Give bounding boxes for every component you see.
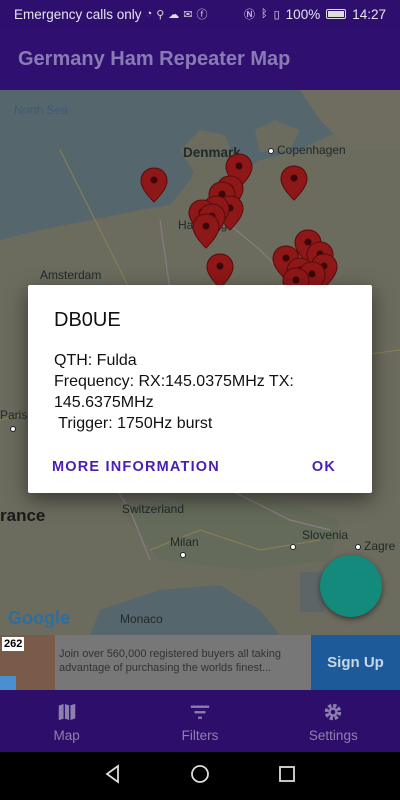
map-label-monaco: Monaco — [120, 612, 163, 626]
map-label-france: rance — [0, 506, 46, 525]
dialog-title: DB0UE — [54, 309, 121, 331]
map-icon — [56, 700, 78, 724]
cloud-icon: ☁ — [168, 8, 180, 21]
dialog-actions: MORE INFORMATION OK — [28, 459, 372, 475]
filter-icon — [189, 700, 211, 724]
dialog-body: QTH: Fulda Frequency: RX:145.0375MHz TX:… — [54, 350, 346, 434]
map-label-north-sea: North Sea — [14, 103, 69, 117]
city-dot — [268, 147, 274, 154]
milan-dot — [180, 552, 186, 558]
ad-badge: 262 — [2, 637, 25, 651]
map-label-zagreb: Zagre — [355, 539, 395, 553]
facebook-icon: ⓕ — [196, 9, 208, 21]
map-label-paris: Paris — [0, 408, 28, 422]
dialog-trigger: Trigger: 1750Hz burst — [54, 415, 213, 432]
dialog-frequency: Frequency: RX:145.0375MHz TX: 145.6375MH… — [54, 373, 294, 411]
paris-dot — [10, 426, 16, 432]
status-bar: Emergency calls only ◔ ⚲ ☁ ✉ ⓕ Ⓝ ᛒ ▯ 100… — [0, 0, 400, 28]
nav-label-filters: Filters — [181, 727, 219, 743]
battery-percent: 100% — [285, 6, 321, 22]
map-label-slovenia: Slovenia — [302, 528, 349, 542]
wifi-icon: ◔ — [145, 8, 153, 20]
nav-label-settings: Settings — [308, 727, 358, 743]
app-title: Germany Ham Repeater Map — [18, 47, 291, 70]
ok-button[interactable]: OK — [312, 459, 348, 475]
nfc-icon: Ⓝ — [244, 9, 255, 21]
vibrate-icon: ▯ — [273, 8, 280, 21]
bluetooth-icon: ᛒ — [261, 8, 268, 20]
google-logo: Google — [8, 608, 70, 628]
ad-text[interactable]: Join over 560,000 registered buyers all … — [55, 635, 311, 690]
map-label-switzerland: Switzerland — [122, 502, 185, 516]
mail-icon: ✉ — [183, 8, 193, 21]
bottom-navigation: Map Filters Settings — [0, 690, 400, 752]
more-information-button[interactable]: MORE INFORMATION — [52, 459, 220, 475]
usb-icon: ⚲ — [156, 8, 165, 21]
map-label-amsterdam: Amsterdam — [40, 268, 102, 282]
ad-signup-button[interactable]: Sign Up — [311, 635, 400, 690]
nav-item-map[interactable]: Map — [0, 690, 133, 752]
map-label-hamburg: Hamburg — [178, 218, 228, 232]
repeater-info-dialog: DB0UE QTH: Fulda Frequency: RX:145.0375M… — [28, 285, 372, 493]
map-label-denmark: Denmark — [183, 145, 241, 160]
recents-icon[interactable] — [277, 764, 297, 789]
ad-choices-icon[interactable] — [0, 676, 16, 690]
ad-image[interactable]: 262 — [0, 635, 55, 690]
dialog-qth: QTH: Fulda — [54, 352, 137, 369]
floating-action-button[interactable] — [320, 555, 382, 617]
map-label-milan: Milan — [170, 535, 199, 549]
nav-label-map: Map — [53, 727, 80, 743]
ad-banner[interactable]: 262 Join over 560,000 registered buyers … — [0, 635, 400, 690]
nav-item-filters[interactable]: Filters — [133, 690, 266, 752]
home-icon[interactable] — [190, 764, 210, 789]
battery-icon — [326, 9, 347, 19]
back-icon[interactable] — [103, 763, 123, 789]
clock: 14:27 — [352, 6, 386, 22]
city-dot — [290, 544, 296, 550]
nav-item-settings[interactable]: Settings — [267, 690, 400, 752]
status-icons: ◔ ⚲ ☁ ✉ ⓕ — [146, 6, 208, 22]
system-navigation-bar — [0, 752, 400, 800]
app-bar: Germany Ham Repeater Map — [0, 28, 400, 90]
gear-icon — [322, 700, 344, 724]
map-label-copenhagen: Copenhagen — [268, 143, 346, 157]
city-dot — [355, 543, 361, 550]
carrier-text: Emergency calls only — [14, 6, 142, 22]
